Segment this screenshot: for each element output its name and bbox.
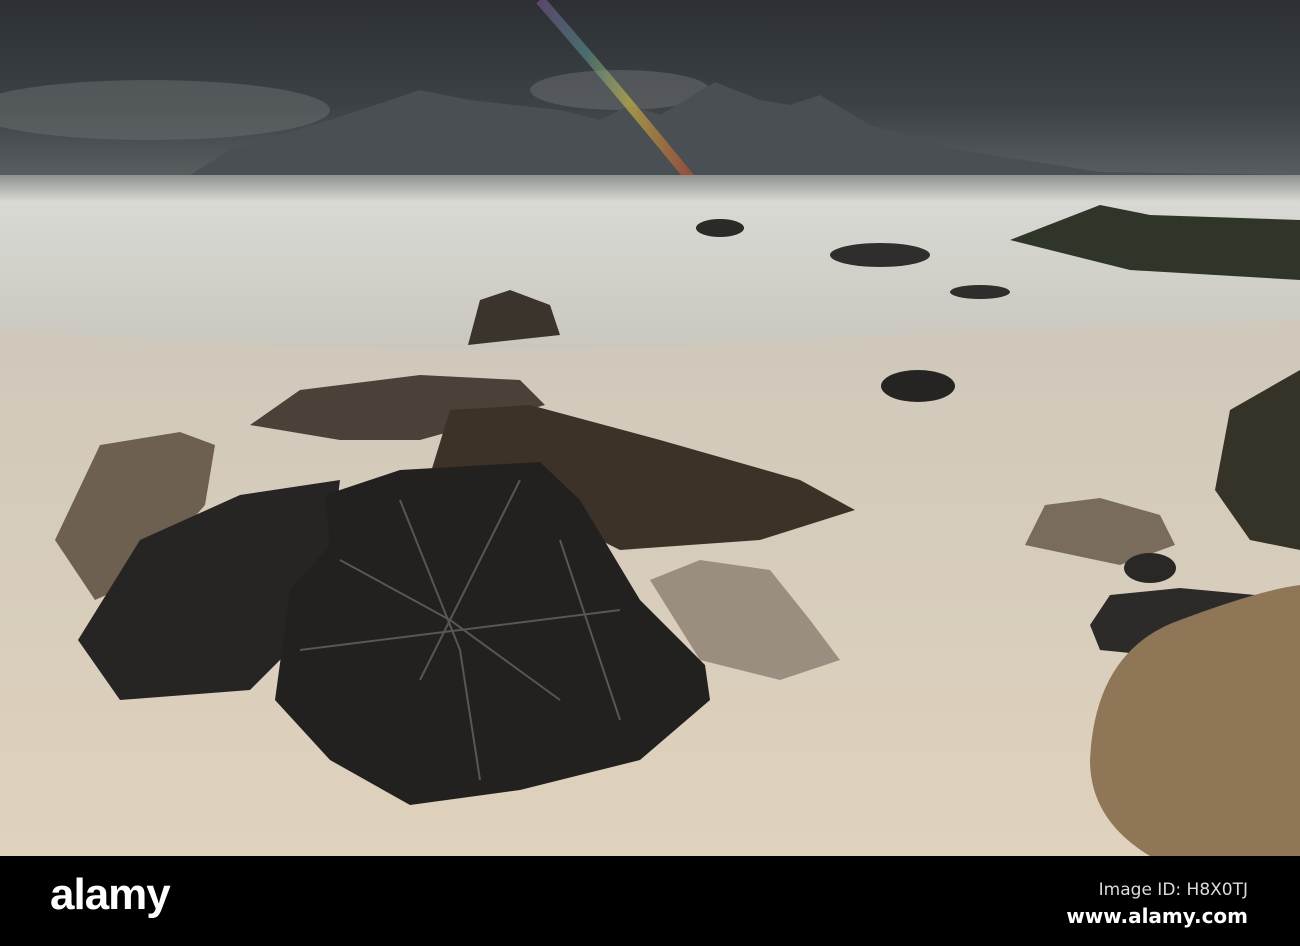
rock bbox=[830, 243, 930, 267]
rock bbox=[950, 285, 1010, 299]
alamy-logo: alamy bbox=[50, 870, 171, 919]
image-id: Image ID: H8X0TJ bbox=[1098, 880, 1248, 900]
beach-photo bbox=[0, 0, 1300, 856]
rock bbox=[1124, 553, 1176, 583]
rock bbox=[696, 219, 744, 237]
rock bbox=[881, 370, 955, 402]
footer-bar bbox=[0, 856, 1300, 946]
website-link[interactable]: www.alamy.com bbox=[1066, 904, 1248, 928]
stock-image-page: alamy Image ID: H8X0TJ www.alamy.com bbox=[0, 0, 1300, 946]
